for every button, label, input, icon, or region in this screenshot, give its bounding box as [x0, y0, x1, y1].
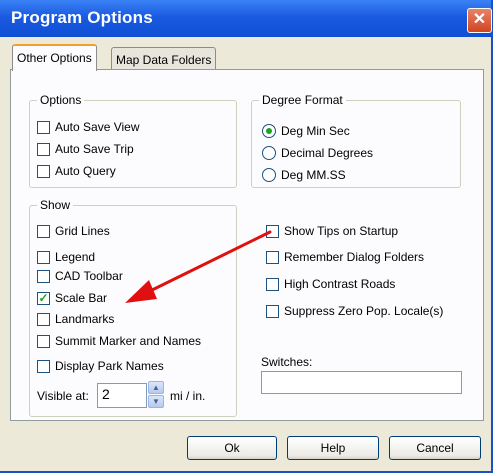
tab-map-data-folders[interactable]: Map Data Folders: [111, 47, 217, 71]
checkbox-box[interactable]: [37, 120, 50, 134]
program-options-dialog: Program Options ✕ Other Options Map Data…: [0, 0, 493, 473]
checkmark-icon: ✓: [38, 290, 49, 305]
cancel-button[interactable]: Cancel: [389, 436, 481, 460]
legend-checkbox[interactable]: Legend: [37, 248, 95, 266]
remember-dialog-folders-checkbox[interactable]: Remember Dialog Folders: [266, 248, 424, 266]
checkbox-label: Auto Query: [55, 164, 116, 178]
grid-lines-checkbox[interactable]: Grid Lines: [37, 222, 110, 240]
checkbox-label: Landmarks: [55, 312, 115, 326]
tab-label: Map Data Folders: [116, 53, 212, 67]
deg-min-sec-radio[interactable]: Deg Min Sec: [262, 122, 350, 140]
checkbox-box[interactable]: [37, 269, 50, 283]
spin-up-button[interactable]: ▲: [148, 381, 164, 394]
checkbox-box[interactable]: [37, 334, 50, 348]
checkbox-label: High Contrast Roads: [284, 277, 396, 291]
tab-panel: Options Auto Save View Auto Save Trip Au…: [10, 69, 484, 421]
display-park-names-checkbox[interactable]: Display Park Names: [37, 357, 164, 375]
auto-save-trip-checkbox[interactable]: Auto Save Trip: [37, 140, 134, 158]
show-group-label: Show: [37, 198, 74, 212]
summit-marker-checkbox[interactable]: Summit Marker and Names: [37, 332, 201, 350]
window-title: Program Options: [11, 8, 153, 27]
landmarks-checkbox[interactable]: Landmarks: [37, 310, 114, 328]
high-contrast-roads-checkbox[interactable]: High Contrast Roads: [266, 275, 395, 293]
radio-button[interactable]: [262, 168, 276, 182]
checkbox-label: Remember Dialog Folders: [284, 250, 425, 264]
visible-at-label: Visible at:: [37, 389, 89, 403]
radio-label: Deg MM.SS: [281, 168, 346, 182]
checkbox-label: CAD Toolbar: [55, 269, 123, 283]
visible-at-input[interactable]: 2: [97, 383, 147, 408]
checkbox-box[interactable]: [266, 224, 279, 238]
switches-input[interactable]: [261, 371, 462, 394]
checkbox-label: Legend: [55, 250, 96, 264]
radio-dot: [266, 128, 272, 134]
button-label: Cancel: [416, 441, 454, 455]
checkbox-label: Grid Lines: [55, 224, 110, 238]
button-label: Ok: [224, 441, 240, 455]
auto-query-checkbox[interactable]: Auto Query: [37, 162, 116, 180]
checkbox-box[interactable]: ✓: [37, 290, 50, 305]
title-bar[interactable]: Program Options ✕: [0, 0, 492, 37]
auto-save-view-checkbox[interactable]: Auto Save View: [37, 118, 140, 136]
radio-button[interactable]: [262, 146, 276, 160]
checkbox-box[interactable]: [37, 359, 50, 373]
options-group-label: Options: [37, 93, 85, 107]
show-tips-checkbox[interactable]: Show Tips on Startup: [266, 222, 398, 240]
visible-at-unit: mi / in.: [170, 389, 206, 403]
degree-format-group-label: Degree Format: [259, 93, 346, 107]
close-button[interactable]: ✕: [467, 8, 492, 33]
checkbox-box[interactable]: [37, 250, 50, 264]
checkbox-label: Summit Marker and Names: [55, 334, 202, 348]
checkbox-label: Show Tips on Startup: [284, 224, 399, 238]
checkbox-label: Suppress Zero Pop. Locale(s): [284, 304, 444, 318]
tab-label: Other Options: [17, 51, 92, 65]
cad-toolbar-checkbox[interactable]: CAD Toolbar: [37, 267, 123, 285]
caret-down-icon: ▼: [152, 397, 160, 406]
checkbox-box[interactable]: [266, 277, 279, 291]
button-label: Help: [320, 441, 346, 455]
checkbox-box[interactable]: [37, 224, 50, 238]
decimal-degrees-radio[interactable]: Decimal Degrees: [262, 144, 373, 162]
checkbox-label: Display Park Names: [55, 359, 164, 373]
checkbox-box[interactable]: [266, 304, 279, 318]
visible-at-spinner[interactable]: ▲ ▼: [148, 381, 164, 408]
checkbox-label: Auto Save Trip: [55, 142, 134, 156]
checkbox-box[interactable]: [37, 142, 50, 156]
visible-at-value: 2: [102, 386, 110, 402]
spin-down-button[interactable]: ▼: [148, 395, 164, 408]
checkbox-box[interactable]: [37, 164, 50, 178]
radio-label: Deg Min Sec: [281, 124, 350, 138]
caret-up-icon: ▲: [152, 383, 160, 392]
ok-button[interactable]: Ok: [187, 436, 277, 460]
checkbox-label: Scale Bar: [55, 291, 108, 305]
checkbox-box[interactable]: [37, 312, 50, 326]
checkbox-box[interactable]: [266, 250, 279, 264]
switches-label: Switches:: [261, 355, 313, 369]
help-button[interactable]: Help: [287, 436, 379, 460]
close-icon: ✕: [472, 11, 487, 28]
deg-mm-ss-radio[interactable]: Deg MM.SS: [262, 166, 346, 184]
scale-bar-checkbox[interactable]: ✓ Scale Bar: [37, 289, 107, 307]
suppress-zero-pop-checkbox[interactable]: Suppress Zero Pop. Locale(s): [266, 302, 443, 320]
radio-label: Decimal Degrees: [281, 146, 374, 160]
tab-other-options[interactable]: Other Options: [12, 44, 97, 71]
radio-button[interactable]: [262, 124, 276, 138]
checkbox-label: Auto Save View: [55, 120, 140, 134]
